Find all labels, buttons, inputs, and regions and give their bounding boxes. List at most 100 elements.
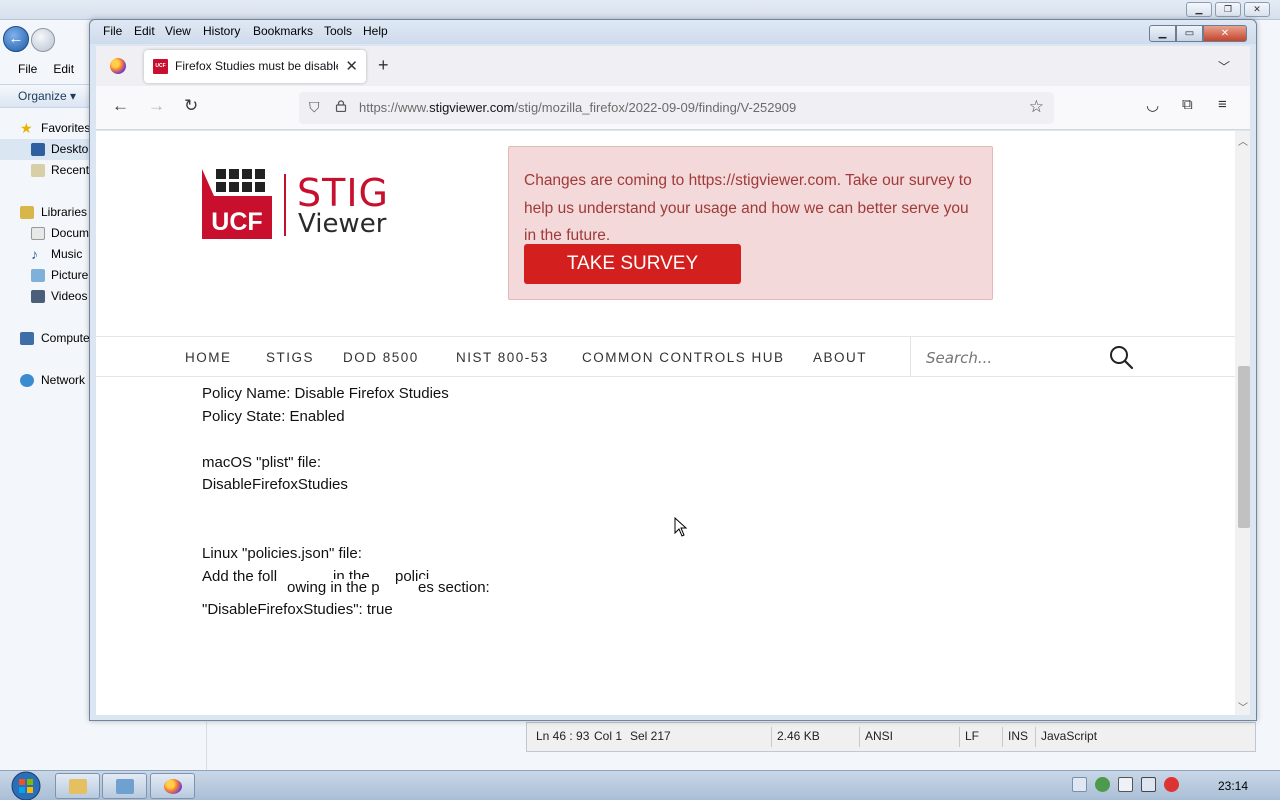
taskbar-editor-button[interactable] [102, 773, 147, 799]
menu-help[interactable]: Help [363, 24, 388, 38]
nav-music[interactable]: ♪ Music [0, 244, 100, 265]
search-icon[interactable] [1108, 344, 1134, 370]
computer-icon [20, 332, 34, 345]
organize-button[interactable]: Organize ▾ [0, 84, 100, 108]
navigation-toolbar: ← → ↻ ⛉ https://www.stigviewer.com/stig/… [96, 86, 1250, 130]
status-divider [771, 727, 772, 747]
restore-icon[interactable]: ❐ [1215, 2, 1241, 17]
minimize-icon[interactable]: ▁ [1186, 2, 1212, 17]
lock-icon[interactable] [335, 100, 347, 112]
videos-icon [31, 290, 45, 303]
nav-stigs[interactable]: STIGS [266, 350, 314, 365]
json-policy-line: "DisableFirefoxStudies": true [202, 601, 393, 618]
extensions-icon[interactable]: ⧉ [1182, 96, 1193, 113]
tracking-protection-shield-icon[interactable]: ⛉ [309, 99, 320, 116]
menu-tools[interactable]: Tools [324, 24, 352, 38]
volume-muted-icon[interactable] [1164, 777, 1179, 792]
app-menu-icon[interactable]: ≡ [1218, 96, 1227, 113]
explorer-divider [206, 722, 207, 770]
site-search-input[interactable] [926, 347, 1096, 369]
explorer-window-controls: ▁ ❐ ✕ [1186, 2, 1270, 17]
status-insert-mode[interactable]: INS [1008, 729, 1028, 743]
tab-close-icon[interactable]: ✕ [345, 57, 358, 75]
nav-home[interactable]: HOME [185, 350, 232, 365]
tab-active[interactable]: UCF Firefox Studies must be disabled ✕ [144, 50, 366, 83]
network-status-icon[interactable] [1141, 777, 1156, 792]
stig-viewer-logo[interactable]: UCF STIG Viewer [202, 169, 402, 239]
taskbar: 23:14 [0, 770, 1280, 800]
url-path: /stig/mozilla_firefox/2022-09-09/finding… [514, 100, 797, 115]
close-icon[interactable]: ✕ [1244, 2, 1270, 17]
firefox-view-icon[interactable] [110, 58, 126, 74]
explorer-nav-buttons: ← [0, 24, 100, 56]
nav-dod-8500[interactable]: DOD 8500 [343, 350, 419, 365]
menu-edit[interactable]: Edit [134, 24, 155, 38]
folder-icon [69, 779, 87, 794]
status-divider [1002, 727, 1003, 747]
pocket-icon[interactable]: ◡ [1146, 96, 1159, 114]
nav-computer[interactable]: Compute [0, 328, 100, 349]
survey-notice: Changes are coming to https://stigviewer… [508, 146, 993, 300]
nav-videos[interactable]: Videos [0, 286, 100, 307]
nav-network[interactable]: Network [0, 370, 100, 391]
nav-documents[interactable]: Docum [0, 223, 100, 244]
scrollbar-thumb[interactable] [1238, 366, 1250, 528]
reload-icon[interactable]: ↻ [184, 96, 198, 116]
documents-icon [31, 227, 45, 240]
nav-common-controls-hub[interactable]: COMMON CONTROLS HUB [582, 350, 785, 365]
list-all-tabs-icon[interactable]: ﹀ [1218, 58, 1230, 75]
scroll-down-icon[interactable]: ﹀ [1238, 699, 1248, 714]
page-scrollbar[interactable]: ︿ ﹀ [1235, 131, 1250, 715]
new-tab-icon[interactable]: + [378, 55, 389, 76]
taskbar-explorer-button[interactable] [55, 773, 100, 799]
start-button-icon[interactable] [8, 771, 44, 800]
status-col: Col 1 [594, 729, 623, 743]
url-prefix: https://www. [359, 100, 430, 115]
taskbar-clock[interactable]: 23:14 [1218, 779, 1248, 793]
status-language[interactable]: JavaScript [1041, 729, 1097, 743]
notes-icon[interactable] [1072, 777, 1087, 792]
status-encoding[interactable]: ANSI [865, 729, 893, 743]
nav-favorites[interactable]: ★ Favorites [0, 118, 100, 139]
explorer-menubar: File Edit [0, 58, 100, 80]
maximize-icon[interactable]: ▭ [1176, 25, 1203, 42]
nav-libraries[interactable]: Libraries [0, 202, 100, 223]
status-eol[interactable]: LF [965, 729, 979, 743]
menu-file[interactable]: File [103, 24, 122, 38]
macos-plist-value: DisableFirefoxStudies [202, 476, 348, 493]
take-survey-button[interactable]: TAKE SURVEY [524, 244, 741, 284]
scroll-up-icon[interactable]: ︿ [1238, 133, 1248, 148]
nav-about[interactable]: ABOUT [813, 350, 867, 365]
nav-recent[interactable]: Recent [0, 160, 100, 181]
logo-viewer-text: Viewer [298, 209, 387, 239]
mouse-cursor-icon [674, 517, 688, 537]
forward-arrow-icon[interactable] [31, 28, 55, 52]
menu-bookmarks[interactable]: Bookmarks [253, 24, 313, 38]
close-icon[interactable]: ✕ [1203, 25, 1247, 42]
forward-icon[interactable]: → [148, 96, 165, 116]
menu-view[interactable]: View [165, 24, 191, 38]
explorer-menu-file[interactable]: File [18, 58, 37, 80]
security-icon[interactable] [1095, 777, 1110, 792]
action-center-flag-icon[interactable] [1118, 777, 1133, 792]
libraries-icon [20, 206, 34, 219]
back-arrow-icon[interactable]: ← [3, 26, 29, 52]
policy-name-line: Policy Name: Disable Firefox Studies [202, 385, 449, 402]
nav-pictures[interactable]: Picture [0, 265, 100, 286]
explorer-menu-edit[interactable]: Edit [53, 58, 74, 80]
nav-nist-800-53[interactable]: NIST 800-53 [456, 350, 549, 365]
status-divider [1035, 727, 1036, 747]
taskbar-firefox-button[interactable] [150, 773, 195, 799]
bookmark-star-icon[interactable]: ☆ [1029, 97, 1044, 117]
ucf-favicon-icon: UCF [153, 59, 168, 74]
nav-desktop[interactable]: Desktop [0, 139, 100, 160]
menu-history[interactable]: History [203, 24, 240, 38]
tab-strip: UCF Firefox Studies must be disabled ✕ +… [96, 46, 1250, 86]
back-icon[interactable]: ← [112, 96, 129, 116]
minimize-icon[interactable]: ▁ [1149, 25, 1176, 42]
url-bar[interactable]: ⛉ https://www.stigviewer.com/stig/mozill… [299, 92, 1054, 124]
url-text[interactable]: https://www.stigviewer.com/stig/mozilla_… [359, 100, 796, 115]
editor-status-bar: Ln 46 : 93 Col 1 Sel 217 2.46 KB ANSI LF… [526, 722, 1256, 752]
nav-search-divider [910, 337, 911, 377]
ucf-logo-mark: UCF [202, 169, 272, 239]
